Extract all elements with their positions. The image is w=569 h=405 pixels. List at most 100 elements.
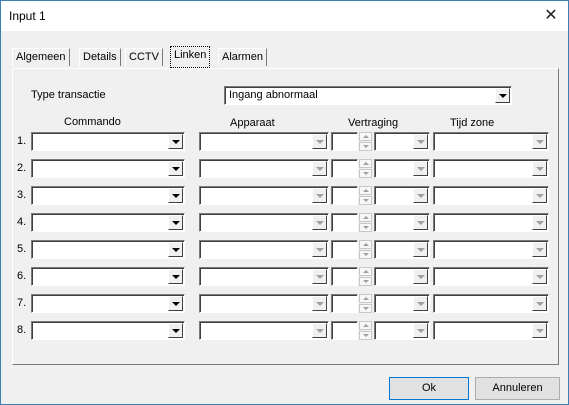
vertraging-unit-select[interactable] xyxy=(374,267,430,286)
tijd-zone-select[interactable] xyxy=(433,159,549,178)
spin-down-icon[interactable] xyxy=(359,277,372,286)
apparaat-select[interactable] xyxy=(199,267,329,286)
chevron-down-icon[interactable] xyxy=(312,242,327,257)
tab-cctv[interactable]: CCTV xyxy=(125,48,163,66)
vertraging-unit-select[interactable] xyxy=(374,186,430,205)
apparaat-select[interactable] xyxy=(199,159,329,178)
chevron-down-icon[interactable] xyxy=(413,161,428,176)
commando-select[interactable] xyxy=(31,294,185,313)
vertraging-input[interactable] xyxy=(331,267,358,286)
spin-up-icon[interactable] xyxy=(359,186,372,195)
apparaat-select[interactable] xyxy=(199,294,329,313)
chevron-down-icon[interactable] xyxy=(532,215,547,230)
chevron-down-icon[interactable] xyxy=(312,269,327,284)
chevron-down-icon[interactable] xyxy=(413,296,428,311)
vertraging-unit-select[interactable] xyxy=(374,213,430,232)
chevron-down-icon[interactable] xyxy=(413,134,428,149)
chevron-down-icon[interactable] xyxy=(168,134,183,149)
apparaat-select[interactable] xyxy=(199,132,329,151)
chevron-down-icon[interactable] xyxy=(532,323,547,338)
vertraging-unit-select[interactable] xyxy=(374,294,430,313)
spin-down-icon[interactable] xyxy=(359,196,372,205)
chevron-down-icon[interactable] xyxy=(532,296,547,311)
spin-up-icon[interactable] xyxy=(359,213,372,222)
chevron-down-icon[interactable] xyxy=(168,242,183,257)
chevron-down-icon[interactable] xyxy=(168,269,183,284)
vertraging-input[interactable] xyxy=(331,294,358,313)
chevron-down-icon[interactable] xyxy=(532,269,547,284)
tijd-zone-select[interactable] xyxy=(433,213,549,232)
chevron-down-icon[interactable] xyxy=(312,161,327,176)
spin-down-icon[interactable] xyxy=(359,142,372,151)
vertraging-spinner[interactable] xyxy=(359,294,372,313)
chevron-down-icon[interactable] xyxy=(413,215,428,230)
vertraging-input[interactable] xyxy=(331,321,358,340)
vertraging-spinner[interactable] xyxy=(359,267,372,286)
commando-select[interactable] xyxy=(31,159,185,178)
vertraging-input[interactable] xyxy=(331,159,358,178)
vertraging-unit-select[interactable] xyxy=(374,132,430,151)
chevron-down-icon[interactable] xyxy=(532,161,547,176)
vertraging-spinner[interactable] xyxy=(359,186,372,205)
chevron-down-icon[interactable] xyxy=(312,296,327,311)
commando-select[interactable] xyxy=(31,240,185,259)
chevron-down-icon[interactable] xyxy=(413,188,428,203)
chevron-down-icon[interactable] xyxy=(532,188,547,203)
vertraging-spinner[interactable] xyxy=(359,240,372,259)
vertraging-spinner[interactable] xyxy=(359,132,372,151)
chevron-down-icon[interactable] xyxy=(312,134,327,149)
chevron-down-icon[interactable] xyxy=(312,188,327,203)
spin-down-icon[interactable] xyxy=(359,304,372,313)
chevron-down-icon[interactable] xyxy=(168,296,183,311)
spin-down-icon[interactable] xyxy=(359,223,372,232)
vertraging-spinner[interactable] xyxy=(359,321,372,340)
type-transactie-select[interactable]: Ingang abnormaal xyxy=(224,86,512,105)
spin-up-icon[interactable] xyxy=(359,294,372,303)
chevron-down-icon[interactable] xyxy=(532,242,547,257)
vertraging-unit-select[interactable] xyxy=(374,159,430,178)
spin-up-icon[interactable] xyxy=(359,159,372,168)
tab-algemeen[interactable]: Algemeen xyxy=(12,48,70,66)
chevron-down-icon[interactable] xyxy=(413,323,428,338)
chevron-down-icon[interactable] xyxy=(168,188,183,203)
chevron-down-icon[interactable] xyxy=(168,161,183,176)
tab-details[interactable]: Details xyxy=(79,48,121,66)
cancel-button[interactable]: Annuleren xyxy=(475,377,560,400)
chevron-down-icon[interactable] xyxy=(312,215,327,230)
ok-button[interactable]: Ok xyxy=(389,377,469,400)
spin-down-icon[interactable] xyxy=(359,331,372,340)
apparaat-select[interactable] xyxy=(199,186,329,205)
chevron-down-icon[interactable] xyxy=(532,134,547,149)
chevron-down-icon[interactable] xyxy=(495,88,510,103)
tijd-zone-select[interactable] xyxy=(433,294,549,313)
spin-down-icon[interactable] xyxy=(359,250,372,259)
tijd-zone-select[interactable] xyxy=(433,321,549,340)
apparaat-select[interactable] xyxy=(199,240,329,259)
tijd-zone-select[interactable] xyxy=(433,132,549,151)
vertraging-input[interactable] xyxy=(331,186,358,205)
chevron-down-icon[interactable] xyxy=(413,242,428,257)
tab-alarmen[interactable]: Alarmen xyxy=(218,48,267,66)
apparaat-select[interactable] xyxy=(199,321,329,340)
chevron-down-icon[interactable] xyxy=(168,323,183,338)
commando-select[interactable] xyxy=(31,321,185,340)
spin-down-icon[interactable] xyxy=(359,169,372,178)
commando-select[interactable] xyxy=(31,186,185,205)
chevron-down-icon[interactable] xyxy=(168,215,183,230)
tijd-zone-select[interactable] xyxy=(433,186,549,205)
close-icon[interactable]: ✕ xyxy=(537,4,565,28)
vertraging-unit-select[interactable] xyxy=(374,321,430,340)
vertraging-spinner[interactable] xyxy=(359,159,372,178)
chevron-down-icon[interactable] xyxy=(413,269,428,284)
chevron-down-icon[interactable] xyxy=(312,323,327,338)
vertraging-input[interactable] xyxy=(331,213,358,232)
spin-up-icon[interactable] xyxy=(359,267,372,276)
vertraging-unit-select[interactable] xyxy=(374,240,430,259)
vertraging-input[interactable] xyxy=(331,240,358,259)
apparaat-select[interactable] xyxy=(199,213,329,232)
tab-linken[interactable]: Linken xyxy=(170,46,211,68)
vertraging-spinner[interactable] xyxy=(359,213,372,232)
commando-select[interactable] xyxy=(31,267,185,286)
spin-up-icon[interactable] xyxy=(359,321,372,330)
commando-select[interactable] xyxy=(31,132,185,151)
